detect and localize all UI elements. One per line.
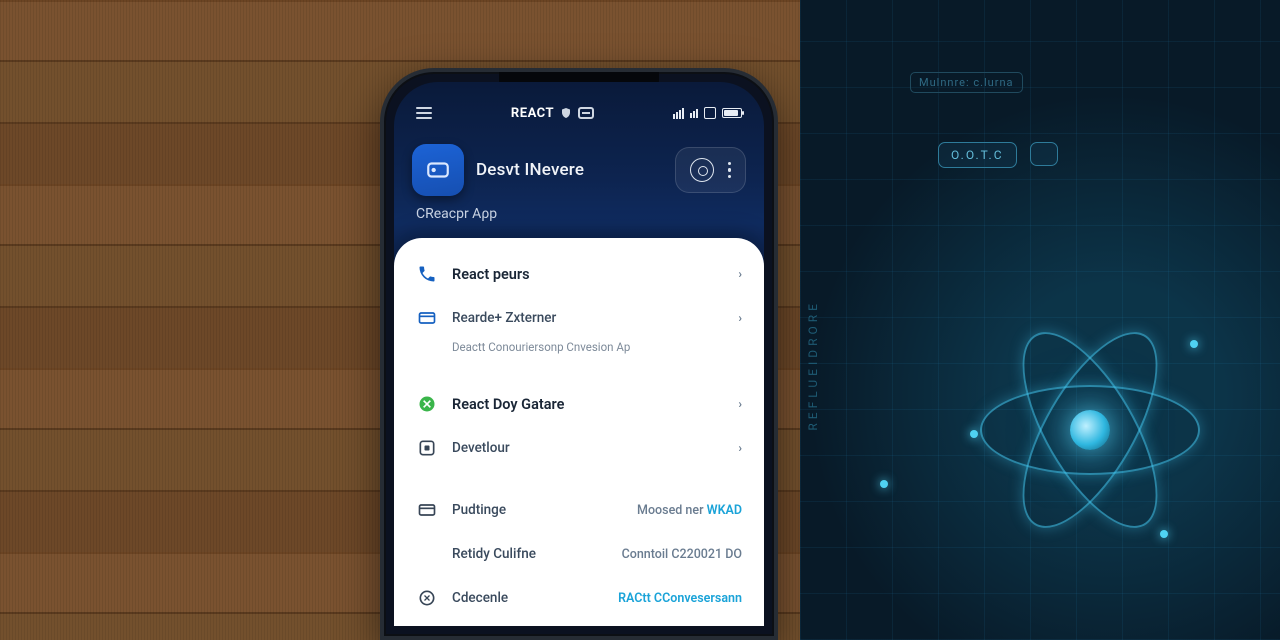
list-item[interactable]: Rearde+ Zxterner › xyxy=(394,296,764,340)
list-item-label: Pudtinge xyxy=(452,502,506,518)
list-item[interactable]: Cdecenle RACtt CConvesersann xyxy=(394,576,764,620)
blank-icon xyxy=(416,543,438,565)
shield-icon xyxy=(560,106,572,120)
chevron-right-icon: › xyxy=(738,311,742,325)
card-mini-icon xyxy=(578,107,594,119)
phone-frame: REACT Desvt INevere xyxy=(380,68,778,640)
app-subtitle: CReacpr Aρp xyxy=(394,206,764,238)
app-tile-icon[interactable] xyxy=(412,144,464,196)
list-item-label: React Doy Gatare xyxy=(452,396,564,413)
decor-label: Mulnnre: c.lurna xyxy=(910,72,1023,93)
phone-icon xyxy=(416,263,438,285)
chevron-right-icon: › xyxy=(738,441,742,455)
list-item-label: Cdecenle xyxy=(452,590,508,606)
list-item-value: RACtt CConvesersann xyxy=(618,591,742,606)
signal-icon xyxy=(673,108,684,119)
tech-panel: Mulnnre: c.lurna O.O.T.C REFLUEIDRORE xyxy=(800,0,1280,640)
list-item[interactable]: React Doy Gatare › xyxy=(394,382,764,426)
list-item-label: React peurs xyxy=(452,266,530,283)
phone-screen: REACT Desvt INevere xyxy=(394,82,764,626)
list-item-value: Conntoil C220021 DO xyxy=(622,547,742,562)
chevron-right-icon: › xyxy=(738,397,742,411)
chevron-right-icon: › xyxy=(738,267,742,281)
module-icon xyxy=(416,437,438,459)
list-item-label: Retidy Culifne xyxy=(452,546,536,562)
square-status-icon xyxy=(704,107,716,119)
status-bar: REACT xyxy=(394,96,764,130)
wood-background: REACT Desvt INevere xyxy=(0,0,800,640)
badge-icon xyxy=(416,393,438,415)
card-icon xyxy=(416,307,438,329)
list-item-description: Deactt Conouriersonp Cnvesion Ap xyxy=(394,340,764,364)
app-title: Desvt INevere xyxy=(476,160,584,180)
chip-label: O.O.T.C xyxy=(938,142,1017,168)
more-icon[interactable] xyxy=(728,162,732,179)
list-item[interactable]: React peurs › xyxy=(394,252,764,296)
atom-nucleus-icon xyxy=(1070,410,1110,450)
battery-icon xyxy=(722,108,742,118)
menu-icon[interactable] xyxy=(416,107,432,119)
content-sheet: React peurs › Rearde+ Zxterner › Deactt … xyxy=(394,238,764,626)
header-actions xyxy=(675,147,747,193)
visibility-icon[interactable] xyxy=(690,158,714,182)
sync-icon xyxy=(416,587,438,609)
list-item-label: Devetlour xyxy=(452,440,510,456)
atom-graphic xyxy=(960,300,1220,560)
list-item[interactable]: Pudtinge Moosed ner WKAD xyxy=(394,488,764,532)
chip-icon xyxy=(1030,142,1058,166)
list-item-label: Rearde+ Zxterner xyxy=(452,310,556,326)
wallet-icon xyxy=(416,499,438,521)
app-header: Desvt INevere xyxy=(394,130,764,206)
list-item[interactable]: Retidy Culifne Conntoil C220021 DO xyxy=(394,532,764,576)
list-item-value: Moosed ner WKAD xyxy=(637,503,742,518)
wifi-icon xyxy=(690,109,698,118)
list-item[interactable]: Devetlour › xyxy=(394,426,764,470)
status-brand-label: REACT xyxy=(511,106,554,121)
side-vertical-label: REFLUEIDRORE xyxy=(806,300,820,431)
